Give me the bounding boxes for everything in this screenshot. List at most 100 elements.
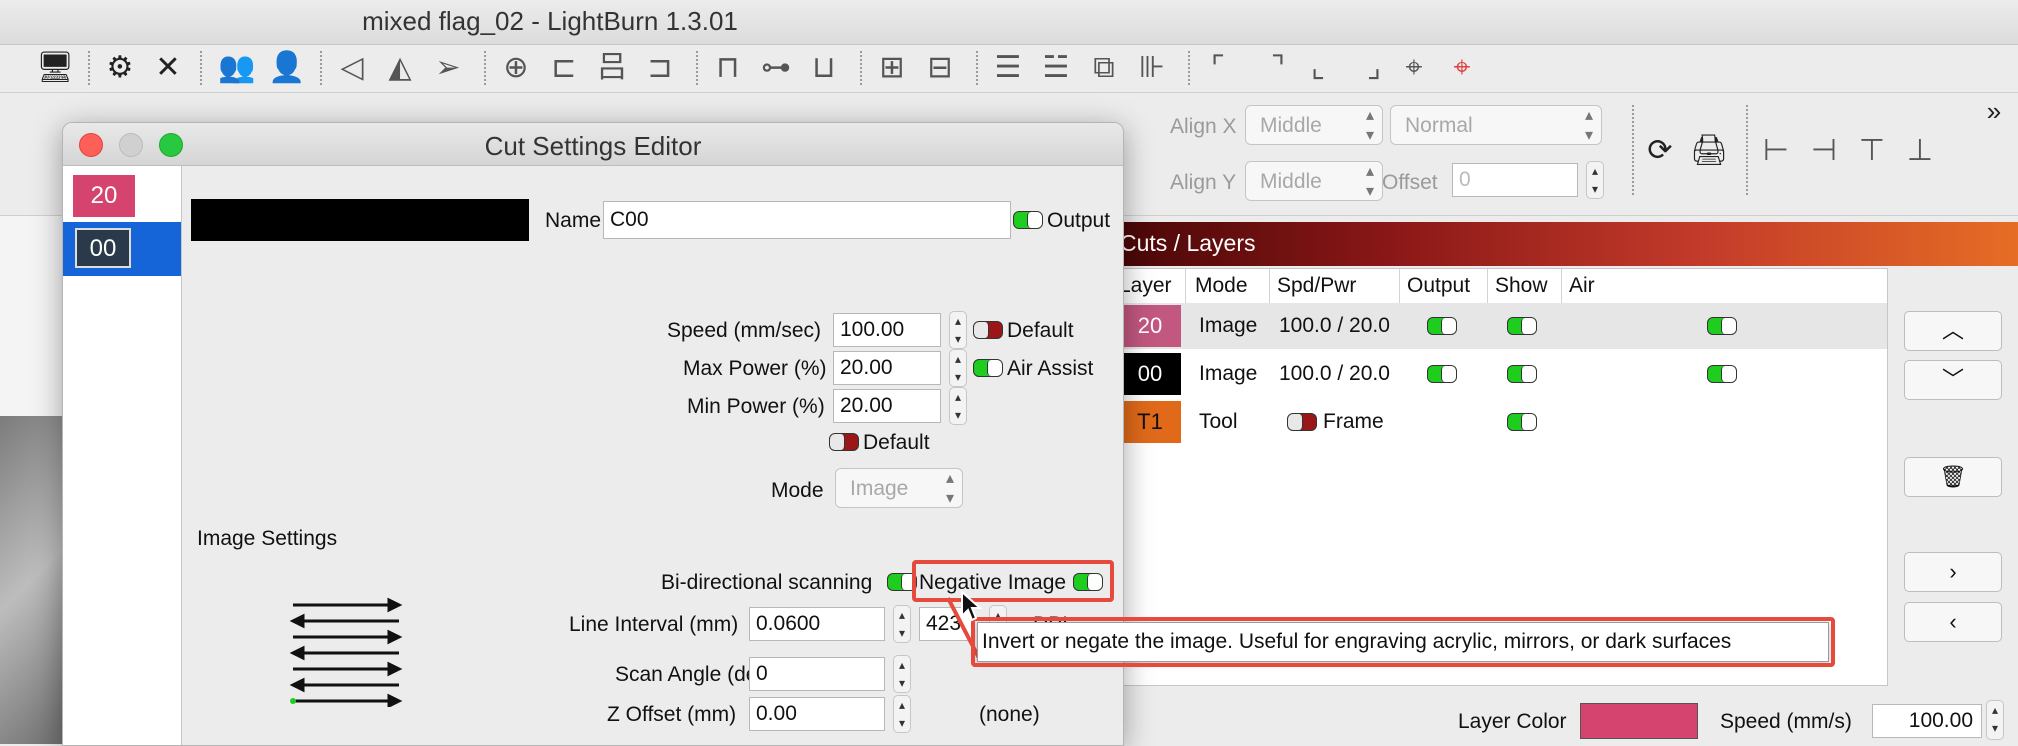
align-left-icon[interactable]: ⊏ xyxy=(546,50,582,86)
layer-item-selected[interactable]: 00 xyxy=(63,222,181,276)
layout-b-icon[interactable]: ⊣ xyxy=(1806,133,1842,169)
name-input[interactable]: C00 xyxy=(603,201,1011,239)
close-button[interactable] xyxy=(79,133,103,157)
layer-swatch[interactable]: 00 xyxy=(1119,353,1181,395)
offset-input[interactable]: 0 xyxy=(1452,163,1578,197)
speed-input[interactable]: 100.00 xyxy=(1872,704,1982,738)
center-icon[interactable]: ⌖ xyxy=(1396,50,1432,86)
power-default-toggle[interactable] xyxy=(829,433,859,451)
flip-horizontal-icon[interactable]: ◁ xyxy=(334,50,370,86)
canvas-area[interactable] xyxy=(0,216,62,744)
overflow-chevron-icon[interactable]: » xyxy=(1976,93,2012,129)
corner-br-icon[interactable]: ⌟ xyxy=(1356,50,1392,86)
layout-d-icon[interactable]: ⊥ xyxy=(1902,133,1938,169)
scan-angle-stepper[interactable]: ▴ ▾ xyxy=(893,655,911,693)
delete-layer-button[interactable]: 🗑 xyxy=(1904,457,2002,497)
mode-value: Image xyxy=(850,477,909,500)
main-title-bar: mixed flag_02 - LightBurn 1.3.01 xyxy=(0,0,2018,45)
table-row[interactable]: 00 Image 100.0 / 20.0 xyxy=(1119,351,1887,397)
layer-item-20[interactable]: 20 xyxy=(73,175,135,217)
column-header-mode[interactable]: Mode xyxy=(1195,269,1248,303)
name-label: Name xyxy=(545,209,602,232)
settings-gear-icon[interactable]: ⚙ xyxy=(102,50,138,86)
show-toggle[interactable] xyxy=(1507,413,1537,431)
layer-swatch[interactable]: 20 xyxy=(1119,305,1181,347)
move-down-button[interactable]: ﹀ xyxy=(1904,360,2002,400)
column-header-spd-pwr[interactable]: Spd/Pwr xyxy=(1277,269,1356,303)
align-bottom-icon[interactable]: ⊔ xyxy=(806,50,842,86)
mode-select[interactable]: Image ▴ ▾ xyxy=(835,468,963,508)
monitor-icon[interactable]: 🖥 xyxy=(36,50,74,86)
layout-c-icon[interactable]: ⊤ xyxy=(1854,133,1890,169)
air-assist-toggle[interactable] xyxy=(973,359,1003,377)
refresh-icon[interactable]: ⟳ xyxy=(1642,133,1678,169)
zoom-button[interactable] xyxy=(159,133,183,157)
distribute-h-icon[interactable]: ⊞ xyxy=(874,50,910,86)
frame-toggle[interactable] xyxy=(1287,413,1317,431)
offset-stepper[interactable]: ▴ ▾ xyxy=(1586,161,1604,199)
dialog-layer-list[interactable]: 20 00 xyxy=(63,166,182,745)
output-toggle[interactable] xyxy=(1427,365,1457,383)
move-up-button[interactable]: ︿ xyxy=(1904,311,2002,351)
printer-icon[interactable]: 🖨 xyxy=(1690,133,1728,169)
minimize-button[interactable] xyxy=(119,133,143,157)
speed-default-toggle[interactable] xyxy=(973,321,1003,339)
ungroup-icon[interactable]: ☱ xyxy=(1038,50,1074,86)
show-toggle[interactable] xyxy=(1507,365,1537,383)
z-offset-input[interactable]: 0.00 xyxy=(749,697,885,731)
layer-mode: Tool xyxy=(1199,410,1238,433)
corner-tl-icon[interactable]: ⌜ xyxy=(1200,50,1236,86)
users-icon[interactable]: 👥 xyxy=(218,50,255,86)
tools-icon[interactable]: ✕ xyxy=(150,50,186,86)
max-power-stepper[interactable]: ▴ ▾ xyxy=(949,349,967,387)
column-header-layer[interactable]: Layer xyxy=(1119,269,1172,303)
corner-tr-icon[interactable]: ⌝ xyxy=(1260,50,1296,86)
max-power-input[interactable]: 20.00 xyxy=(833,351,941,385)
speed-stepper[interactable]: ▴ ▾ xyxy=(1986,700,2004,740)
red-center-icon[interactable]: ⌖ xyxy=(1444,50,1480,86)
output-toggle[interactable] xyxy=(1013,211,1043,229)
air-toggle[interactable] xyxy=(1707,317,1737,335)
line-interval-input[interactable]: 0.0600 xyxy=(749,607,885,641)
layer-color-bar[interactable] xyxy=(191,199,529,241)
style-select[interactable]: Normal ▴ ▾ xyxy=(1390,105,1602,145)
align-x-select[interactable]: Middle ▴ ▾ xyxy=(1245,105,1383,145)
group-icon[interactable]: ☰ xyxy=(990,50,1026,86)
mirror-icon[interactable]: ◭ xyxy=(382,50,418,86)
z-offset-stepper[interactable]: ▴ ▾ xyxy=(893,695,911,733)
table-row[interactable]: 20 Image 100.0 / 20.0 xyxy=(1119,303,1887,349)
space-h-icon[interactable]: ⧉ xyxy=(1086,50,1122,86)
table-row[interactable]: T1 Tool Frame xyxy=(1119,399,1887,445)
offset-label: Offset xyxy=(1382,171,1438,194)
distribute-v-icon[interactable]: ⊟ xyxy=(922,50,958,86)
next-button[interactable]: › xyxy=(1904,552,2002,592)
layer-swatch[interactable]: T1 xyxy=(1119,401,1181,443)
send-icon[interactable]: ➢ xyxy=(430,50,466,86)
layer-color-swatch[interactable] xyxy=(1580,703,1698,739)
speed-input[interactable]: 100.00 xyxy=(833,313,941,347)
min-power-stepper[interactable]: ▴ ▾ xyxy=(949,387,967,425)
layout-a-icon[interactable]: ⊢ xyxy=(1758,133,1794,169)
column-header-air[interactable]: Air xyxy=(1569,269,1595,303)
align-right-icon[interactable]: ⊐ xyxy=(642,50,678,86)
chevron-down-icon: ﹀ xyxy=(1941,367,1964,392)
align-middle-icon[interactable]: ⊶ xyxy=(758,50,794,86)
line-interval-stepper[interactable]: ▴ ▾ xyxy=(893,605,911,643)
align-top-icon[interactable]: ⊓ xyxy=(710,50,746,86)
scan-angle-input[interactable]: 0 xyxy=(749,657,885,691)
output-toggle[interactable] xyxy=(1427,317,1457,335)
show-toggle[interactable] xyxy=(1507,317,1537,335)
space-v-icon[interactable]: ⊪ xyxy=(1134,50,1170,86)
column-header-show[interactable]: Show xyxy=(1495,269,1548,303)
min-power-input[interactable]: 20.00 xyxy=(833,389,941,423)
column-header-output[interactable]: Output xyxy=(1407,269,1470,303)
layer-spd-pwr: 100.0 / 20.0 xyxy=(1279,314,1390,337)
align-y-select[interactable]: Middle ▴ ▾ xyxy=(1245,161,1383,201)
corner-bl-icon[interactable]: ⌞ xyxy=(1300,50,1336,86)
air-toggle[interactable] xyxy=(1707,365,1737,383)
prev-button[interactable]: ‹ xyxy=(1904,602,2002,642)
align-center-icon[interactable]: 吕 xyxy=(594,50,630,86)
target-icon[interactable]: ⊕ xyxy=(498,50,534,86)
speed-stepper[interactable]: ▴ ▾ xyxy=(949,311,967,349)
user-icon[interactable]: 👤 xyxy=(268,50,305,86)
